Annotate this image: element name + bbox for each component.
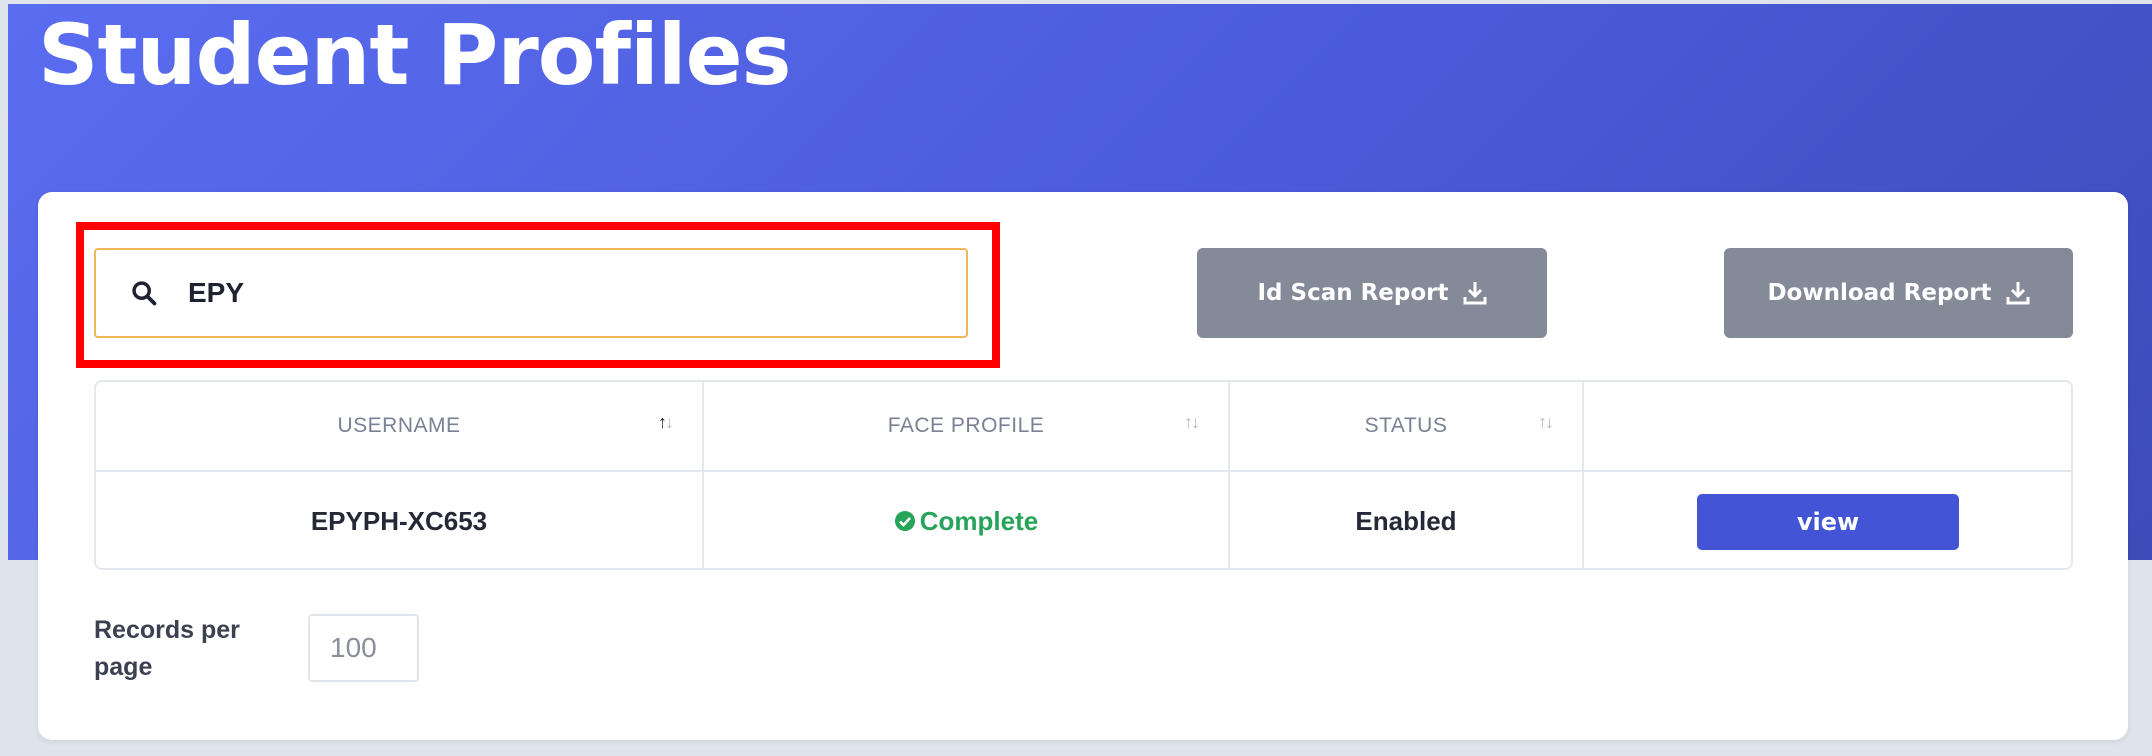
profiles-table: USERNAME ↑↓ FACE PROFILE ↑↓ STATUS ↑↓ EP… (94, 380, 2073, 570)
column-header-status[interactable]: STATUS (1230, 382, 1582, 470)
sort-icon[interactable]: ↑↓ (1184, 412, 1200, 433)
cell-face-profile: Complete (704, 472, 1228, 570)
page-title: Student Profiles (38, 6, 792, 104)
column-header-face-profile[interactable]: FACE PROFILE (704, 382, 1228, 470)
column-header-label: FACE PROFILE (887, 414, 1045, 437)
column-header-label: USERNAME (337, 414, 461, 437)
username-value: EPYPH-XC653 (310, 505, 488, 536)
id-scan-report-label: Id Scan Report (1257, 280, 1449, 306)
face-profile-status: Complete (894, 506, 1038, 537)
search-icon (132, 281, 157, 306)
column-header-username[interactable]: USERNAME (96, 382, 702, 470)
sort-icon[interactable]: ↑↓ (1538, 412, 1554, 433)
cell-status: Enabled (1230, 472, 1582, 570)
column-divider (1582, 382, 1584, 568)
view-button[interactable]: view (1697, 494, 1959, 550)
download-report-label: Download Report (1767, 280, 1992, 306)
records-per-page-input[interactable]: 100 (308, 614, 419, 682)
face-profile-value: Complete (919, 505, 1039, 536)
download-report-button[interactable]: Download Report (1724, 248, 2073, 338)
cell-username: EPYPH-XC653 (96, 472, 702, 570)
column-header-label: STATUS (1364, 414, 1448, 437)
id-scan-report-button[interactable]: Id Scan Report (1197, 248, 1547, 338)
sort-icon[interactable]: ↑↓ (658, 412, 674, 433)
download-icon (1463, 282, 1487, 305)
records-per-page-label: Records per page (94, 616, 240, 681)
status-value: Enabled (1355, 505, 1457, 536)
search-input[interactable]: EPY (188, 277, 244, 309)
check-circle-icon (894, 511, 915, 531)
search-field[interactable]: EPY (94, 248, 968, 338)
download-icon (2006, 282, 2030, 305)
